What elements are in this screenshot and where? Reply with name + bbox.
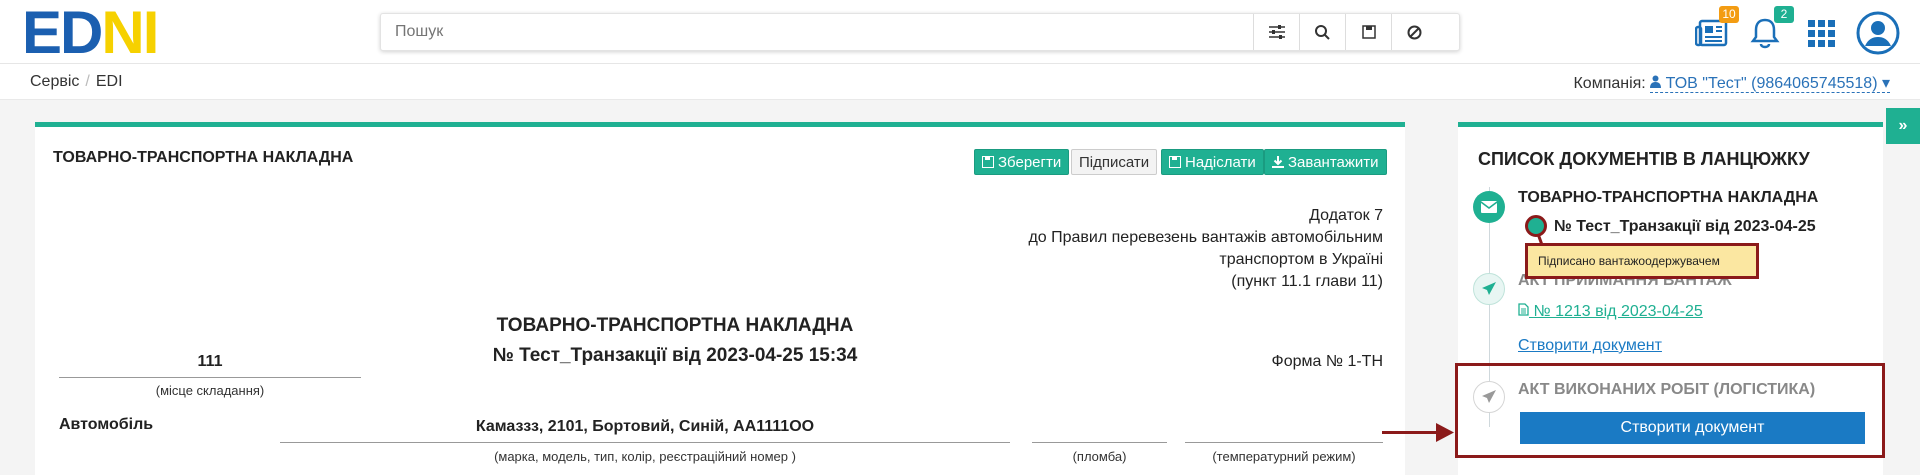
create-document-button[interactable]: Створити документ: [1520, 412, 1865, 444]
search-button[interactable]: [1299, 14, 1345, 50]
chain-item-2-doc: № 1213 від 2023-04-25: [1533, 303, 1703, 320]
sign-button[interactable]: Підписати: [1071, 149, 1158, 175]
search-input[interactable]: [395, 14, 1255, 50]
seal-caption: (пломба): [1072, 449, 1127, 464]
notifications-badge: 2: [1774, 6, 1794, 23]
company-name: ТОВ "Тест" (9864065745518): [1665, 75, 1878, 92]
chain-title: СПИСОК ДОКУМЕНТІВ В ЛАНЦЮЖКУ: [1478, 149, 1810, 169]
breadcrumb-item-edi[interactable]: EDI: [96, 73, 123, 90]
panel-toggle-button[interactable]: »: [1886, 108, 1920, 144]
chain-item-1-title: ТОВАРНО-ТРАНСПОРТНА НАКЛАДНА: [1518, 189, 1819, 206]
search-icon: [1315, 24, 1330, 40]
news-button[interactable]: 10: [1694, 6, 1739, 56]
appendix-line: транспортом в Україні: [1219, 251, 1383, 268]
chain-item-1-status: [1473, 191, 1505, 223]
chain-item-2-status: [1473, 273, 1505, 305]
top-bar: EDNI 10 2: [0, 0, 1920, 66]
download-button[interactable]: Завантажити: [1264, 149, 1387, 175]
document-panel: ТОВАРНО-ТРАНСПОРТНА НАКЛАДНА Зберегти Пі…: [35, 122, 1405, 475]
chain-item-2-doc-link[interactable]: № 1213 від 2023-04-25: [1518, 303, 1703, 321]
breadcrumb: Сервіс / EDI: [30, 73, 123, 90]
place-value: 111: [197, 353, 223, 370]
sliders-icon: [1268, 25, 1285, 39]
logo-text-ed: ED: [22, 0, 103, 66]
user-avatar[interactable]: [1856, 8, 1900, 56]
user-icon: [1856, 11, 1900, 55]
company-selector[interactable]: Компанія: ТОВ "Тест" (9864065745518) ▾: [1573, 73, 1890, 93]
send-button[interactable]: Надіслати: [1161, 149, 1264, 175]
floppy-icon: [1169, 156, 1181, 168]
floppy-icon: [982, 156, 994, 168]
place-caption: (місце складання): [155, 383, 265, 398]
place-underline: [59, 377, 361, 378]
waybill-title: ТОВАРНО-ТРАНСПОРТНА НАКЛАДНА: [496, 315, 854, 336]
vehicle-caption: (марка, модель, тип, колір, реєстраційни…: [494, 449, 796, 464]
download-icon: [1272, 156, 1284, 168]
save-button[interactable]: Зберегти: [974, 149, 1070, 175]
paper-plane-icon: [1482, 282, 1496, 295]
search-bar: [380, 13, 1460, 51]
chain-item-1-doc[interactable]: № Тест_Транзакції від 2023-04-25: [1542, 218, 1816, 236]
signed-tooltip: Підписано вантажоодержувачем: [1525, 243, 1759, 279]
appendix-line: до Правил перевезень вантажів автомобіль…: [1028, 229, 1383, 246]
logo-text-ni: NI: [101, 0, 159, 66]
breadcrumb-bar: Сервіс / EDI Компанія: ТОВ "Тест" (9864065…: [0, 64, 1920, 100]
user-small-icon: [1650, 75, 1662, 88]
appendix-line: (пункт 11.1 глави 11): [1231, 273, 1383, 290]
save-button-label: Зберегти: [998, 153, 1062, 171]
save-search-button[interactable]: [1345, 14, 1391, 50]
breadcrumb-item-service[interactable]: Сервіс: [30, 73, 79, 90]
filter-button[interactable]: [1253, 14, 1299, 50]
vehicle-underline: [280, 442, 1010, 443]
company-label: Компанія:: [1573, 75, 1646, 92]
news-badge: 10: [1719, 6, 1739, 23]
form-number: Форма № 1-ТН: [1271, 353, 1383, 370]
annotation-arrow: [1382, 431, 1442, 434]
waybill-number: № Тест_Транзакції від 2023-04-25 15:34: [492, 345, 858, 366]
vehicle-value: Камаззз, 2101, Бортовий, Синій, АА1111ОО: [475, 418, 815, 435]
apps-button[interactable]: [1808, 8, 1840, 56]
caret-down-icon: ▾: [1881, 75, 1890, 92]
arrow-head-icon: [1436, 423, 1454, 442]
envelope-icon: [1481, 201, 1497, 213]
edi-logo[interactable]: ED NI: [22, 0, 159, 66]
appendix-line: Додаток 7: [1309, 207, 1383, 224]
grid-icon: [1808, 20, 1835, 47]
vehicle-label: Автомобіль: [59, 416, 154, 433]
clear-search-button[interactable]: [1391, 14, 1437, 50]
notifications-button[interactable]: 2: [1750, 6, 1794, 56]
temp-caption: (температурний режим): [1212, 449, 1356, 464]
temp-underline: [1185, 442, 1383, 443]
floppy-icon: [1361, 25, 1376, 39]
appendix-note: Додаток 7 до Правил перевезень вантажів …: [1028, 205, 1383, 293]
seal-underline: [1032, 442, 1167, 443]
company-dropdown[interactable]: ТОВ "Тест" (9864065745518) ▾: [1650, 75, 1890, 93]
download-button-label: Завантажити: [1288, 153, 1379, 171]
send-button-label: Надіслати: [1185, 153, 1256, 171]
file-icon: [1518, 303, 1529, 316]
document-header-title: ТОВАРНО-ТРАНСПОРТНА НАКЛАДНА: [53, 149, 354, 166]
chain-item-2-create-link[interactable]: Створити документ: [1518, 337, 1662, 355]
ban-icon: [1407, 25, 1422, 39]
sign-button-label: Підписати: [1079, 153, 1150, 171]
